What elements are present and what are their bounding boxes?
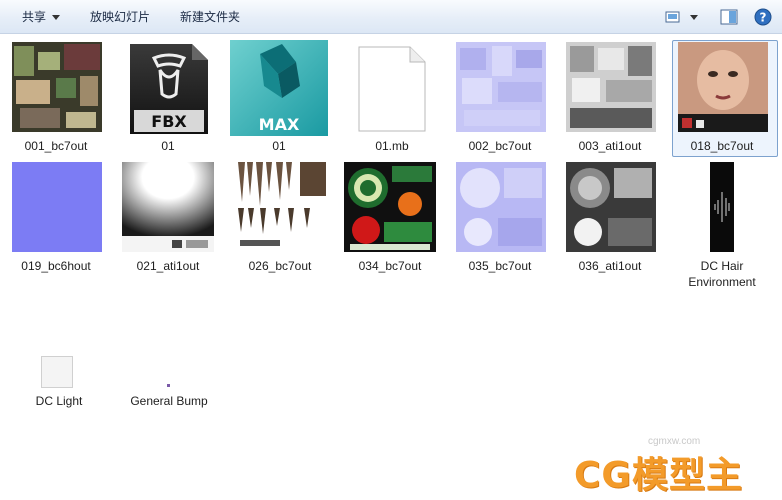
- file-name: 018_bc7out: [690, 139, 754, 153]
- file-name: DC Light: [35, 394, 83, 408]
- view-options-icon: [665, 11, 698, 23]
- file-thumbnail: [12, 162, 102, 252]
- file-item[interactable]: DC Light: [10, 352, 108, 412]
- file-thumbnail: [344, 162, 436, 252]
- share-label: 共享: [22, 10, 47, 24]
- file-thumbnail: [41, 356, 73, 388]
- dropdown-caret-icon: [52, 15, 61, 20]
- file-item[interactable]: 01.mb: [346, 42, 438, 157]
- file-item[interactable]: 034_bc7out: [344, 162, 436, 277]
- preview-pane-button[interactable]: [719, 7, 739, 27]
- file-name: 002_bc7out: [468, 139, 532, 153]
- file-thumbnail: [456, 42, 546, 132]
- command-bar: 共享 放映幻灯片 新建文件夹 ?: [0, 0, 782, 34]
- fbx-thumb-text: FBX: [151, 112, 187, 131]
- file-item[interactable]: 035_bc7out: [454, 162, 546, 277]
- file-thumbnail: [710, 162, 734, 252]
- file-thumbnail: MAX: [230, 40, 328, 136]
- view-options-button[interactable]: [664, 7, 702, 27]
- file-item[interactable]: MAX 01: [230, 40, 328, 157]
- file-item[interactable]: 002_bc7out: [454, 42, 546, 157]
- file-thumbnail: [678, 42, 768, 132]
- file-thumbnail: [122, 162, 214, 252]
- watermark-logo: cgmxw.com CG模型主: [574, 436, 774, 496]
- svg-text:?: ?: [760, 11, 767, 25]
- file-name: 035_bc7out: [468, 259, 532, 273]
- file-item[interactable]: 021_ati1out: [122, 162, 214, 277]
- new-folder-button[interactable]: 新建文件夹: [180, 8, 240, 26]
- watermark-brand: CG模型主: [574, 455, 743, 496]
- file-name: 019_bc6hout: [21, 259, 91, 273]
- help-icon: ?: [754, 8, 772, 26]
- file-item[interactable]: 001_bc7out: [10, 42, 102, 157]
- slideshow-button[interactable]: 放映幻灯片: [90, 8, 150, 26]
- file-name: General Bump: [130, 394, 208, 408]
- file-thumbnail: [358, 46, 426, 132]
- help-button[interactable]: ?: [753, 7, 773, 27]
- file-name: DC Hair Environment: [688, 259, 756, 289]
- file-name: 001_bc7out: [24, 139, 88, 153]
- file-name: 01: [272, 139, 286, 153]
- file-item[interactable]: DC Hair Environment: [672, 162, 772, 292]
- file-thumbnail: FBX: [130, 44, 208, 134]
- file-item[interactable]: General Bump: [120, 352, 218, 412]
- file-name: 034_bc7out: [358, 259, 422, 273]
- file-item[interactable]: FBX 01: [122, 42, 214, 157]
- file-thumbnail: [456, 162, 546, 252]
- file-name: 026_bc7out: [248, 259, 312, 273]
- file-item[interactable]: 026_bc7out: [234, 162, 326, 277]
- file-name: 01: [161, 139, 175, 153]
- file-name: 003_ati1out: [578, 139, 642, 153]
- file-thumbnail: [566, 42, 656, 132]
- file-name: 01.mb: [375, 139, 409, 153]
- preview-pane-icon: [720, 9, 738, 25]
- file-thumbnail: [167, 384, 170, 387]
- file-item[interactable]: 003_ati1out: [564, 42, 656, 157]
- file-thumbnail: [234, 162, 326, 252]
- file-item[interactable]: 018_bc7out: [676, 42, 768, 157]
- file-thumbnail: [12, 42, 102, 132]
- file-item[interactable]: 036_ati1out: [564, 162, 656, 277]
- file-name: 036_ati1out: [578, 259, 642, 273]
- file-thumbnail: [566, 162, 656, 252]
- file-item[interactable]: 019_bc6hout: [10, 162, 102, 277]
- file-name: 021_ati1out: [136, 259, 200, 273]
- max-thumb-text: MAX: [259, 115, 300, 134]
- share-button[interactable]: 共享: [22, 8, 61, 26]
